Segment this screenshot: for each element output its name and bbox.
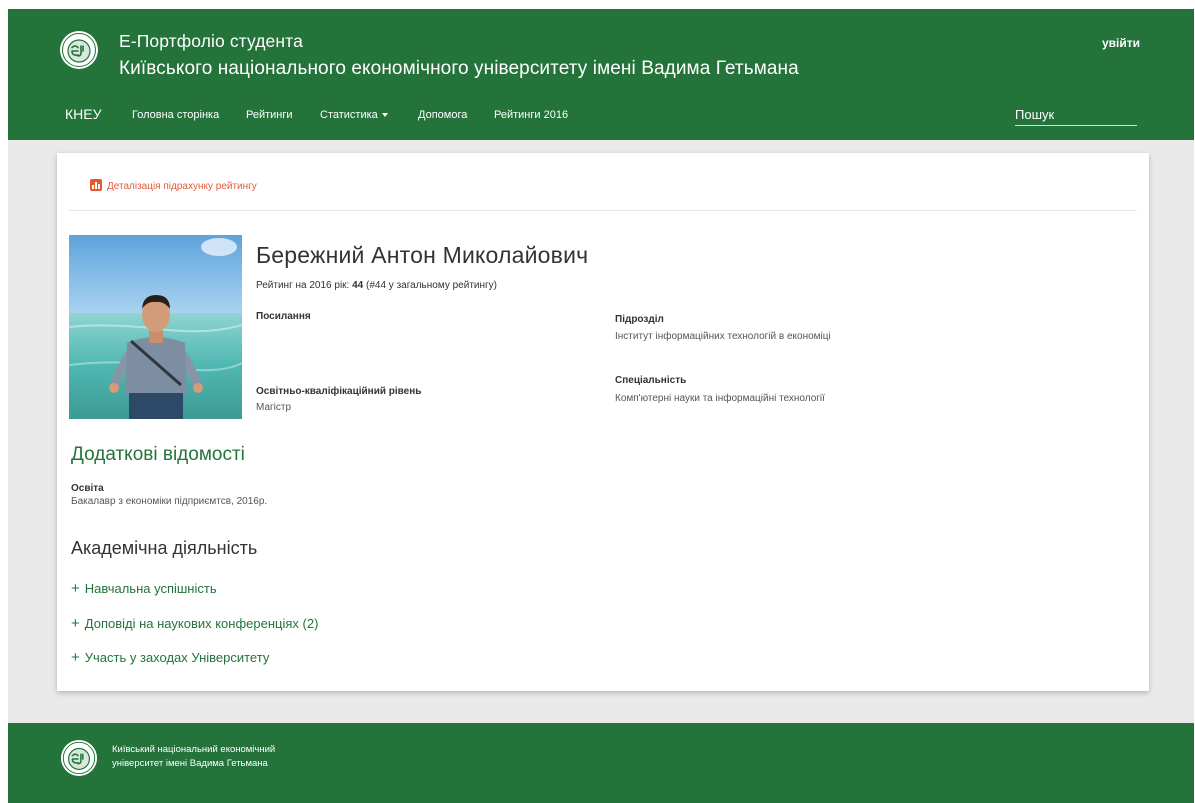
brand-link[interactable]: КНЕУ: [65, 106, 102, 122]
level-value: Магістр: [256, 402, 292, 413]
kneu-logo-icon[interactable]: [59, 30, 99, 70]
education-value: Бакалавр з економіки підприємтсв, 2016р.: [71, 496, 268, 507]
divider: [69, 210, 1137, 211]
education-label: Освіта: [71, 483, 104, 494]
nav-help[interactable]: Допомога: [418, 109, 467, 121]
university-title: Київського національного економічного ун…: [119, 58, 799, 79]
footer-line-2: університет імені Вадима Гетьмана: [112, 758, 268, 769]
student-photo: [69, 235, 242, 419]
specialty-value: Комп'ютерні науки та інформаційні технол…: [615, 393, 825, 404]
level-label: Освітньо-кваліфікаційний рівень: [256, 386, 422, 397]
rating-detail-link[interactable]: Деталізація підрахунку рейтингу: [90, 179, 257, 192]
page-frame: Е-Портфоліо студента Київського націонал…: [8, 9, 1194, 803]
rating-value: 44: [352, 280, 364, 291]
expand-university-events[interactable]: + Участь у заходах Університету: [71, 649, 269, 666]
expand-academic-performance[interactable]: + Навчальна успішність: [71, 580, 217, 597]
site-header: Е-Портфоліо студента Київського націонал…: [8, 9, 1194, 140]
academic-heading: Академічна діяльність: [71, 538, 258, 558]
section-label: Доповіді на наукових конференціях (2): [84, 616, 319, 631]
rating-suffix: (#44 у загальному рейтингу): [366, 280, 497, 291]
portfolio-title: Е-Портфоліо студента: [119, 31, 303, 51]
rating-line: Рейтинг на 2016 рік: 44 (#44 у загальном…: [256, 280, 497, 291]
department-value: Інститут інформаційних технологій в екон…: [615, 331, 831, 342]
site-footer: Київський національний економічний уніве…: [8, 723, 1194, 803]
kneu-logo-icon: [60, 739, 98, 777]
search-input[interactable]: [1015, 104, 1137, 126]
profile-card: Деталізація підрахунку рейтингу Бережний…: [57, 153, 1149, 691]
bar-chart-icon: [90, 179, 102, 191]
nav-ratings-2016[interactable]: Рейтинги 2016: [494, 109, 568, 121]
rating-prefix: Рейтинг на 2016 рік:: [256, 280, 350, 291]
chevron-down-icon: [381, 113, 388, 118]
plus-icon: +: [71, 615, 80, 632]
links-label: Посилання: [256, 311, 311, 322]
plus-icon: +: [71, 580, 80, 597]
footer-university-name: Київський національний економічний уніве…: [112, 743, 342, 771]
plus-icon: +: [71, 649, 80, 666]
additional-info-heading: Додаткові відомості: [71, 444, 245, 465]
department-label: Підрозділ: [615, 314, 664, 325]
login-link[interactable]: увійти: [1102, 36, 1140, 50]
footer-line-1: Київський національний економічний: [112, 744, 276, 755]
specialty-label: Спеціальність: [615, 375, 687, 386]
nav-statistics-label: Статистика: [320, 109, 378, 121]
expand-conference-reports[interactable]: + Доповіді на наукових конференціях (2): [71, 615, 318, 632]
student-name: Бережний Антон Миколайович: [256, 242, 589, 268]
section-label: Навчальна успішність: [84, 581, 217, 596]
section-label: Участь у заходах Університету: [84, 650, 270, 665]
nav-ratings[interactable]: Рейтинги: [246, 109, 293, 121]
rating-detail-label: Деталізація підрахунку рейтингу: [107, 181, 257, 192]
nav-statistics[interactable]: Статистика: [320, 109, 388, 121]
nav-home[interactable]: Головна сторінка: [132, 109, 219, 121]
